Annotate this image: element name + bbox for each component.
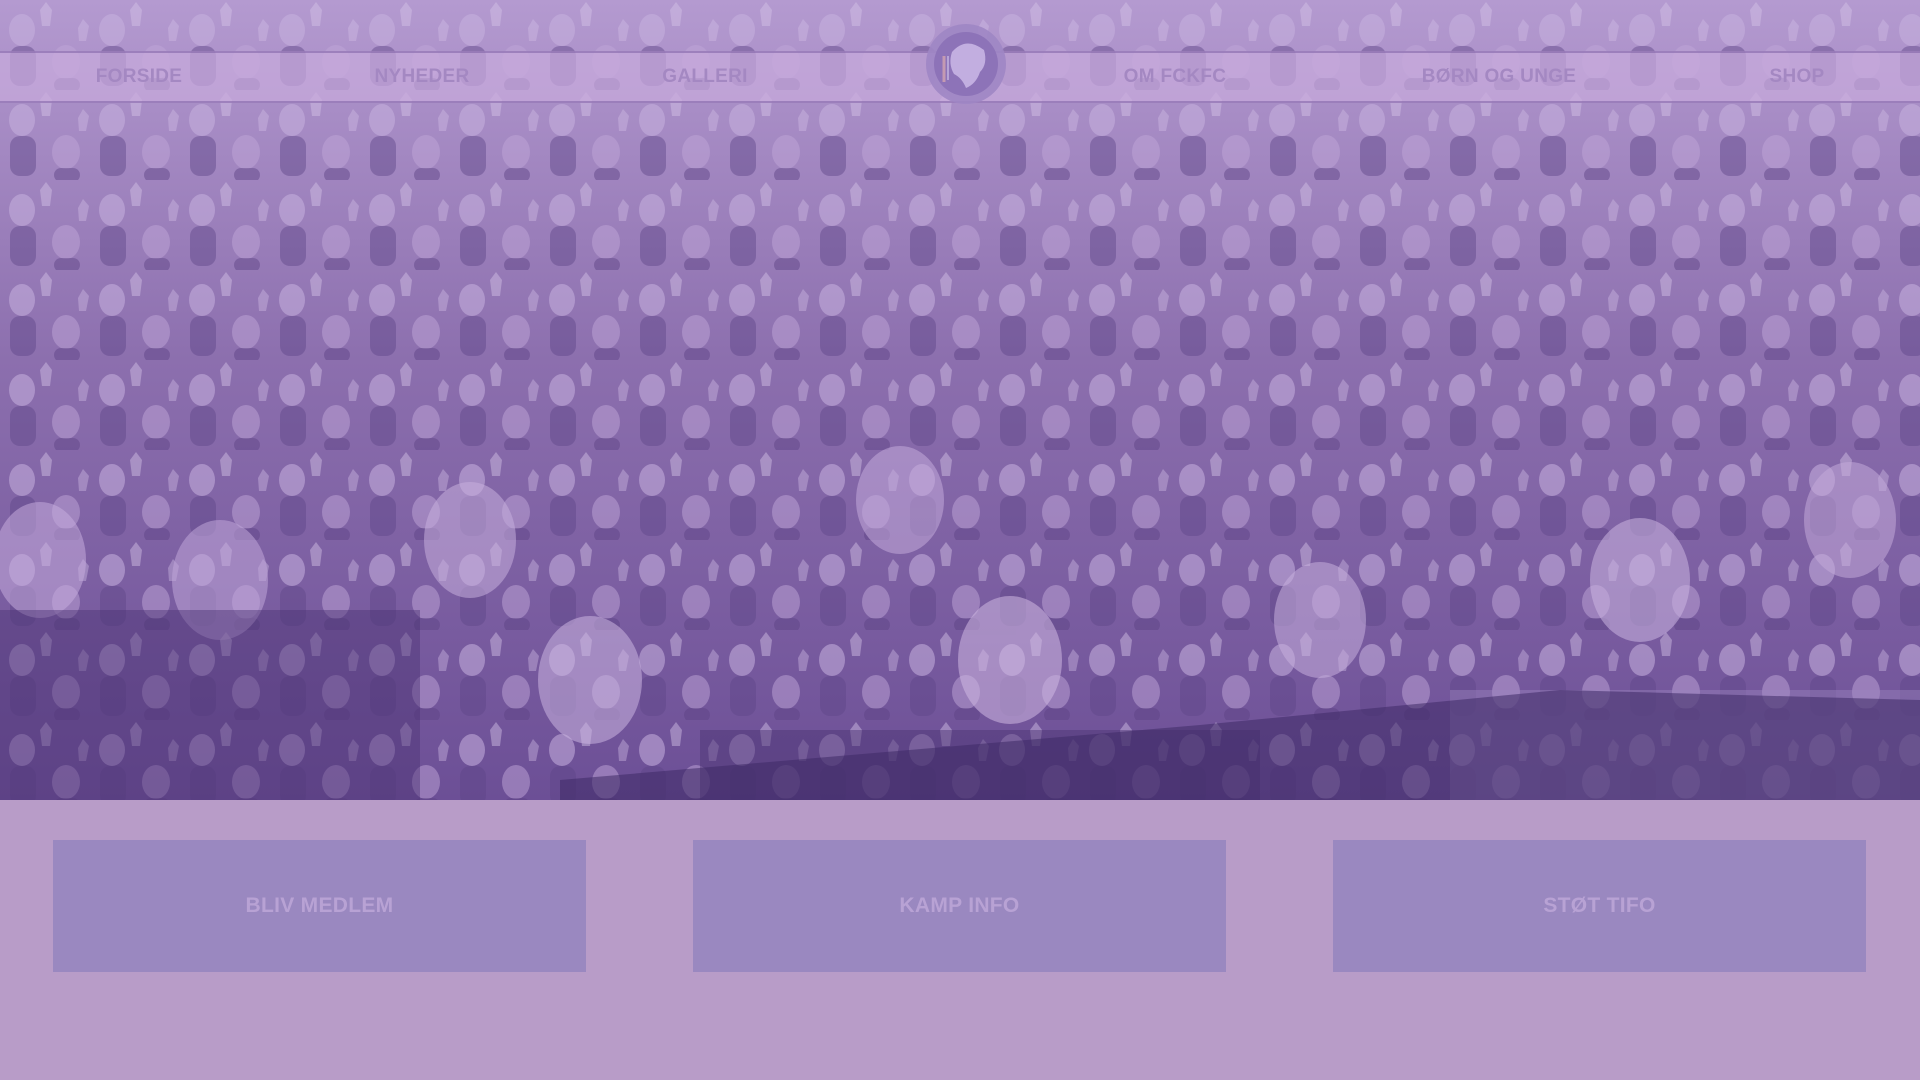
nav-item-born-og-unge[interactable]: BØRN OG UNGE bbox=[1422, 53, 1577, 101]
crowd-photo bbox=[0, 0, 1920, 800]
page: FORSIDE NYHEDER GALLERI OM FCKFC BØRN OG… bbox=[0, 0, 1920, 1080]
hero-image bbox=[0, 0, 1920, 800]
kamp-info-button[interactable]: KAMP INFO bbox=[693, 840, 1226, 972]
nav-item-nyheder[interactable]: NYHEDER bbox=[374, 53, 469, 101]
kamp-info-label: KAMP INFO bbox=[899, 894, 1020, 917]
cta-row: BLIV MEDLEM KAMP INFO STØT TIFO bbox=[0, 840, 1920, 972]
bliv-medlem-button[interactable]: BLIV MEDLEM bbox=[53, 840, 586, 972]
nav-item-galleri[interactable]: GALLERI bbox=[662, 53, 748, 101]
stot-tifo-label: STØT TIFO bbox=[1543, 894, 1656, 917]
club-logo[interactable] bbox=[922, 12, 1010, 118]
nav-item-shop[interactable]: SHOP bbox=[1769, 53, 1824, 101]
stot-tifo-button[interactable]: STØT TIFO bbox=[1333, 840, 1866, 972]
bliv-medlem-label: BLIV MEDLEM bbox=[245, 894, 394, 917]
lion-logo-icon bbox=[926, 24, 1006, 104]
nav-item-om-fckfc[interactable]: OM FCKFC bbox=[1124, 53, 1227, 101]
nav-item-forside[interactable]: FORSIDE bbox=[96, 53, 183, 101]
